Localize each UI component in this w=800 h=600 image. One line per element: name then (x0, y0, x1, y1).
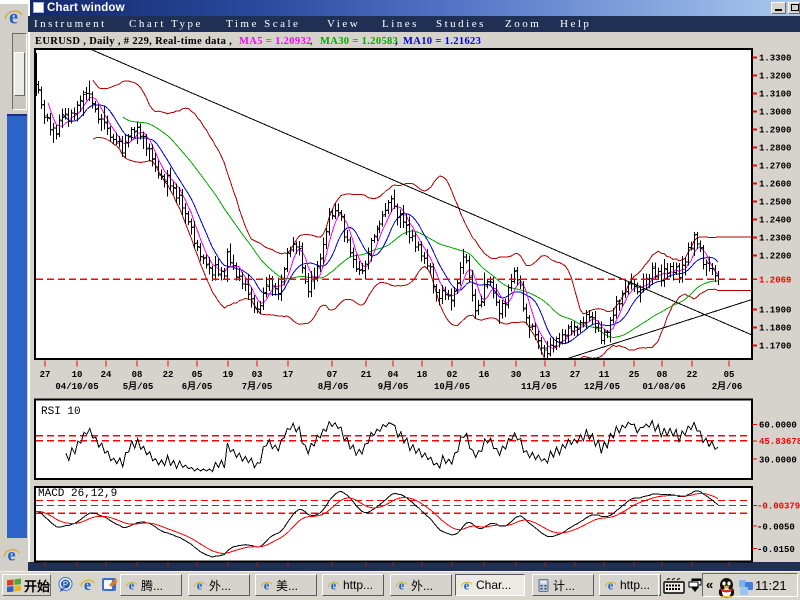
svg-text:e: e (129, 579, 135, 592)
svg-text:08: 08 (657, 370, 668, 380)
svg-text:5月/05: 5月/05 (123, 381, 154, 392)
svg-text:30.0000: 30.0000 (759, 455, 797, 465)
svg-text:1.1800: 1.1800 (759, 324, 791, 334)
svg-text:21: 21 (361, 370, 372, 380)
svg-text:27: 27 (40, 370, 51, 380)
svg-text:1.3000: 1.3000 (759, 108, 791, 118)
svg-text:1.2069: 1.2069 (759, 275, 791, 285)
svg-text:e: e (399, 579, 405, 592)
svg-text:08: 08 (132, 370, 143, 380)
svg-text:05: 05 (192, 370, 203, 380)
svg-text:05: 05 (724, 370, 735, 380)
svg-text:17: 17 (283, 370, 294, 380)
svg-text:1.2500: 1.2500 (759, 198, 791, 208)
svg-text:30: 30 (511, 370, 522, 380)
svg-text:12月/05: 12月/05 (584, 381, 620, 392)
svg-text:1.1700: 1.1700 (759, 342, 791, 352)
svg-text:03: 03 (252, 370, 263, 380)
svg-text:22: 22 (687, 370, 698, 380)
svg-text:-0.0150: -0.0150 (757, 545, 795, 555)
svg-text:1.2700: 1.2700 (759, 162, 791, 172)
svg-text:01/08/06: 01/08/06 (642, 382, 685, 392)
svg-text:e: e (84, 577, 91, 593)
svg-text:1.2300: 1.2300 (759, 234, 791, 244)
svg-text:25: 25 (629, 370, 640, 380)
svg-text:11月/05: 11月/05 (521, 381, 557, 392)
svg-text:1.2800: 1.2800 (759, 144, 791, 154)
svg-text:2月/06: 2月/06 (712, 381, 743, 392)
svg-text:45.83678: 45.83678 (759, 437, 800, 447)
svg-text:22: 22 (163, 370, 174, 380)
svg-text:16: 16 (479, 370, 490, 380)
svg-text:8月/05: 8月/05 (318, 381, 349, 392)
svg-text:-0.0050: -0.0050 (757, 522, 795, 532)
svg-text:60.0000: 60.0000 (759, 421, 797, 431)
svg-text:e: e (331, 579, 337, 592)
svg-text:19: 19 (223, 370, 234, 380)
svg-text:1.2900: 1.2900 (759, 126, 791, 136)
svg-text:e: e (608, 579, 614, 592)
svg-text:02: 02 (447, 370, 458, 380)
svg-text:1.3200: 1.3200 (759, 72, 791, 82)
svg-text:24: 24 (101, 370, 112, 380)
svg-text:27: 27 (570, 370, 581, 380)
svg-text:P: P (63, 580, 68, 589)
svg-text:04: 04 (388, 370, 399, 380)
svg-text:07: 07 (327, 370, 338, 380)
svg-text:10月/05: 10月/05 (434, 381, 470, 392)
svg-text:1.2200: 1.2200 (759, 252, 791, 262)
svg-text:1.3300: 1.3300 (759, 54, 791, 64)
svg-text:1.3100: 1.3100 (759, 90, 791, 100)
svg-text:18: 18 (417, 370, 428, 380)
svg-text:MACD 26,12,9: MACD 26,12,9 (38, 488, 117, 500)
svg-text:e: e (264, 579, 270, 592)
svg-text:6月/05: 6月/05 (182, 381, 213, 392)
svg-text:1.2600: 1.2600 (759, 180, 791, 190)
svg-text:-0.00379: -0.00379 (757, 502, 800, 512)
svg-text:RSI 10: RSI 10 (41, 406, 81, 418)
svg-text:10: 10 (72, 370, 83, 380)
svg-text:e: e (464, 579, 470, 592)
svg-text:13: 13 (540, 370, 551, 380)
svg-text:e: e (197, 579, 203, 592)
svg-text:1.1900: 1.1900 (759, 306, 791, 316)
svg-text:7月/05: 7月/05 (242, 381, 273, 392)
svg-text:04/10/05: 04/10/05 (55, 382, 98, 392)
svg-text:11: 11 (599, 370, 610, 380)
svg-text:1.2400: 1.2400 (759, 216, 791, 226)
svg-text:9月/05: 9月/05 (378, 381, 409, 392)
